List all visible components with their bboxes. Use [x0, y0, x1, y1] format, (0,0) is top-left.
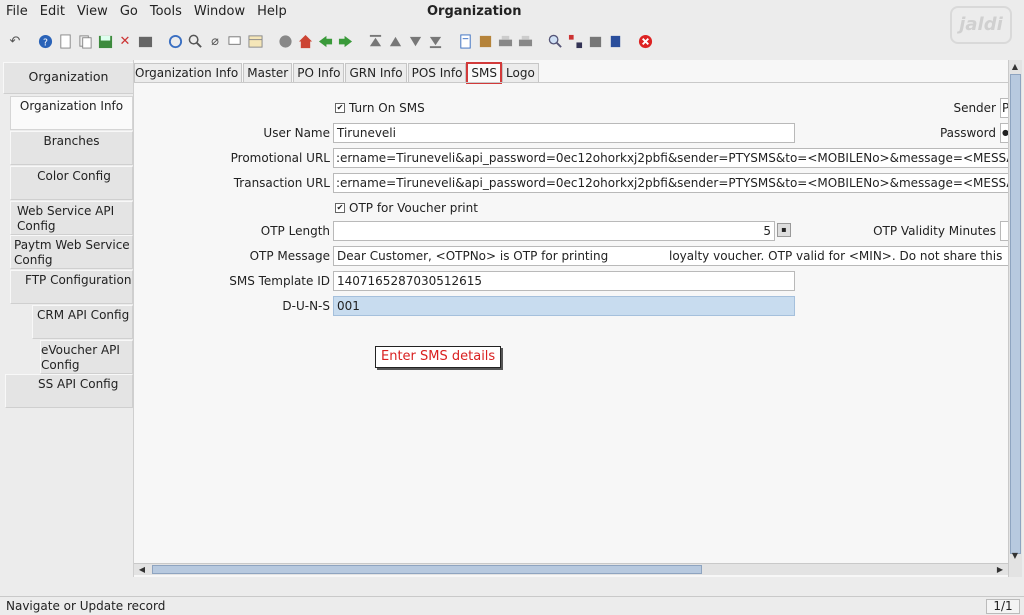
- sidebar-item-web-service-api-config[interactable]: Web Service API Config: [10, 201, 133, 235]
- menu-tools[interactable]: Tools: [144, 0, 188, 24]
- menu-file[interactable]: File: [0, 0, 34, 24]
- request-icon[interactable]: [586, 32, 604, 50]
- otp-message-text-continued: loyalty voucher. OTP valid for <MIN>. Do…: [669, 249, 1003, 263]
- scroll-right-icon[interactable]: ▶: [994, 564, 1006, 576]
- tab-logo[interactable]: Logo: [502, 63, 539, 83]
- tab-pos-info[interactable]: POS Info: [407, 63, 467, 83]
- otp-length-field[interactable]: 5: [333, 221, 775, 241]
- history-icon[interactable]: [246, 32, 264, 50]
- undo-icon[interactable]: ↶: [6, 32, 24, 50]
- archive-icon[interactable]: [476, 32, 494, 50]
- menu-help[interactable]: Help: [251, 0, 293, 24]
- tab-sms[interactable]: SMS: [466, 62, 503, 84]
- sidebar-item-ftp-configuration[interactable]: FTP Configuration: [10, 270, 133, 304]
- printer-icon[interactable]: [516, 32, 534, 50]
- otp-voucher-checkbox[interactable]: ✔ OTP for Voucher print: [335, 200, 478, 216]
- lookup-icon[interactable]: [546, 32, 564, 50]
- otp-length-spinner[interactable]: ▪: [777, 223, 791, 237]
- status-text: Navigate or Update record: [6, 599, 166, 613]
- turn-on-sms-checkbox[interactable]: ✔ Turn On SMS: [335, 100, 425, 116]
- tab-organization-info[interactable]: Organization Info: [134, 63, 243, 83]
- brand-logo: jaldi: [950, 6, 1012, 44]
- promotional-url-field[interactable]: :ername=Tiruneveli&api_password=0ec12oho…: [333, 148, 1010, 168]
- check-icon: ✔: [335, 103, 345, 113]
- sidebar-item-organization-info[interactable]: Organization Info: [10, 96, 133, 130]
- save-icon[interactable]: [96, 32, 114, 50]
- otp-message-field[interactable]: Dear Customer, <OTPNo> is OTP for printi…: [333, 246, 1010, 266]
- horizontal-scrollbar[interactable]: ◀ ▶: [134, 563, 1008, 575]
- turn-on-sms-label: Turn On SMS: [349, 101, 425, 115]
- horizontal-scroll-thumb[interactable]: [152, 565, 702, 574]
- menu-go[interactable]: Go: [114, 0, 144, 24]
- prev-icon[interactable]: [386, 32, 404, 50]
- sidebar-item-paytm-web-service-config[interactable]: Paytm Web Service Config: [10, 235, 133, 269]
- sms-template-id-field[interactable]: 1407165287030512615: [333, 271, 795, 291]
- workflow-icon[interactable]: [566, 32, 584, 50]
- menu-view[interactable]: View: [71, 0, 114, 24]
- duns-label: D-U-N-S: [282, 299, 330, 313]
- first-icon[interactable]: [366, 32, 384, 50]
- main-panel: Organization Info Master PO Info GRN Inf…: [133, 60, 1010, 577]
- new-icon[interactable]: [56, 32, 74, 50]
- scroll-up-icon[interactable]: ▲: [1009, 61, 1021, 73]
- vertical-scroll-thumb[interactable]: [1010, 74, 1021, 554]
- tab-po-info[interactable]: PO Info: [293, 63, 345, 83]
- sender-label: Sender: [953, 101, 996, 115]
- status-bar: Navigate or Update record 1/1: [0, 596, 1024, 615]
- forward-icon[interactable]: [336, 32, 354, 50]
- menu-edit[interactable]: Edit: [34, 0, 71, 24]
- menu-window[interactable]: Window: [188, 0, 251, 24]
- product-icon[interactable]: [606, 32, 624, 50]
- otp-voucher-label: OTP for Voucher print: [349, 201, 478, 215]
- callout-note: Enter SMS details: [375, 346, 502, 368]
- print-preview-icon[interactable]: [496, 32, 514, 50]
- sms-template-id-label: SMS Template ID: [229, 274, 330, 288]
- password-label: Password: [939, 126, 996, 140]
- transaction-url-label: Transaction URL: [233, 176, 330, 190]
- check-icon: ✔: [335, 203, 345, 213]
- user-name-field[interactable]: Tiruneveli: [333, 123, 795, 143]
- page-count: 1/1: [986, 599, 1020, 614]
- refresh-icon[interactable]: [166, 32, 184, 50]
- promotional-url-label: Promotional URL: [230, 151, 330, 165]
- delete-icon[interactable]: ✕: [116, 32, 134, 50]
- last-icon[interactable]: [426, 32, 444, 50]
- sidebar-item-crm-api-config[interactable]: CRM API Config: [32, 305, 133, 339]
- left-panel: Organization Organization Info Branches …: [0, 60, 134, 578]
- sidebar-item-branches[interactable]: Branches: [10, 131, 133, 165]
- scroll-left-icon[interactable]: ◀: [136, 564, 148, 576]
- close-icon[interactable]: [636, 32, 654, 50]
- tab-bar: Organization Info Master PO Info GRN Inf…: [134, 62, 540, 84]
- otp-validity-minutes-label: OTP Validity Minutes: [873, 224, 996, 238]
- otp-length-label: OTP Length: [260, 224, 330, 238]
- attachment-icon[interactable]: ⌀: [206, 32, 224, 50]
- scroll-down-icon[interactable]: ▼: [1009, 550, 1021, 562]
- otp-message-label: OTP Message: [249, 249, 330, 263]
- sidebar-item-organization[interactable]: Organization: [3, 62, 134, 94]
- transaction-url-field[interactable]: :ername=Tiruneveli&api_password=0ec12oho…: [333, 173, 1010, 193]
- chat-icon[interactable]: [226, 32, 244, 50]
- user-name-label: User Name: [263, 126, 330, 140]
- tab-grn-info[interactable]: GRN Info: [345, 63, 407, 83]
- help-icon[interactable]: ?: [36, 32, 54, 50]
- print-icon[interactable]: [136, 32, 154, 50]
- sidebar-item-color-config[interactable]: Color Config: [10, 166, 133, 200]
- next-icon[interactable]: [406, 32, 424, 50]
- world-icon[interactable]: [276, 32, 294, 50]
- home-icon[interactable]: [296, 32, 314, 50]
- back-icon[interactable]: [316, 32, 334, 50]
- zoom-icon[interactable]: [186, 32, 204, 50]
- window-title: Organization: [427, 4, 522, 19]
- tab-master[interactable]: Master: [243, 63, 293, 83]
- report-icon[interactable]: [456, 32, 474, 50]
- sidebar-item-evoucher-api-config[interactable]: eVoucher API Config: [40, 340, 133, 374]
- otp-message-text: Dear Customer, <OTPNo> is OTP for printi…: [337, 249, 609, 263]
- copy-icon[interactable]: [76, 32, 94, 50]
- tab-divider: [134, 82, 1010, 83]
- sidebar-item-ss-api-config[interactable]: SS API Config: [5, 374, 133, 408]
- toolbar: ↶ ? ✕ ⌀: [0, 28, 940, 54]
- vertical-scrollbar[interactable]: ▲ ▼: [1008, 60, 1022, 577]
- duns-field[interactable]: 001: [333, 296, 795, 316]
- svg-text:?: ?: [43, 37, 48, 48]
